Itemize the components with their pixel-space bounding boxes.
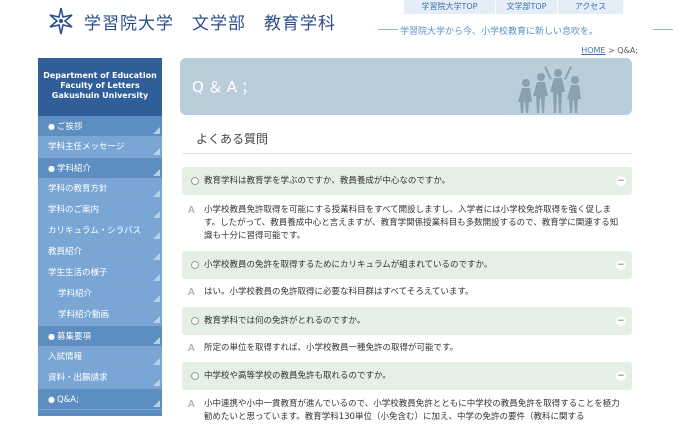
corner-arrow-icon xyxy=(153,337,160,344)
sidebar-item-label: 学科紹介 xyxy=(58,289,93,299)
collapse-icon[interactable]: − xyxy=(616,316,626,326)
breadcrumb-current: Q&A; xyxy=(617,46,638,55)
answer-text: 小中連携や小中一貫教育が進んでいるので、小学校教員免許とともに中学校の教員免許を… xyxy=(204,399,620,422)
tagline-rule-left xyxy=(378,29,398,30)
collapse-icon[interactable]: − xyxy=(616,176,626,186)
answer-mark: A xyxy=(188,205,195,216)
sidebar-item-label: 入試情報 xyxy=(48,352,83,362)
heading-divider xyxy=(182,153,632,154)
question-circle-icon xyxy=(191,261,199,269)
top-link-faculty[interactable]: 文学部TOP xyxy=(495,0,557,14)
faq-heading: よくある質問 xyxy=(196,132,269,146)
top-link-access[interactable]: アクセス xyxy=(557,0,623,14)
sidebar-item-label: Q&A; xyxy=(56,395,79,405)
sidebar-menu: ● ご挨拶 学科主任メッセージ ● 学科紹介 学科の教育方針 学科のご案内 カリキュラム・シラ… xyxy=(38,116,162,410)
faq-question-2[interactable]: 小学校教員の免許を取得するためにカリキュラムが組まれているのですか。 − xyxy=(182,251,632,279)
question-text: 教育学科では何の免許がとれるのですか。 xyxy=(204,316,366,326)
sidebar-nav: Department of Education Faculty of Lette… xyxy=(38,58,162,416)
sidebar-item[interactable]: ● Q&A; xyxy=(38,389,162,410)
corner-arrow-icon xyxy=(153,148,160,155)
answer-mark: A xyxy=(188,343,195,354)
tagline-rule-right xyxy=(653,29,673,30)
bullet-icon: ● xyxy=(48,332,55,341)
tagline: 学習院大学から今、小学校教育に新しい息吹を。 xyxy=(400,27,599,37)
dept-line-1: Department of Education xyxy=(43,71,157,80)
question-text: 小学校教員の免許を取得するためにカリキュラムが組まれているのですか。 xyxy=(204,260,493,270)
sidebar-item-label: 募集要項 xyxy=(56,332,91,342)
sidebar-item-label: 学科のご案内 xyxy=(48,205,100,215)
bullet-icon: ● xyxy=(48,395,55,404)
question-text: 教育学科は教育学を学ぶのですか、教員養成が中心なのですか。 xyxy=(204,176,451,186)
sidebar-item[interactable]: 学科紹介 xyxy=(38,284,162,305)
sidebar-item-label: 学科紹介 xyxy=(56,164,91,174)
dept-line-3: Gakushuin University xyxy=(51,91,149,100)
bullet-icon: ● xyxy=(48,164,55,173)
sidebar-item[interactable]: ● 学科紹介 xyxy=(38,158,162,179)
sidebar-item-label: 学科主任メッセージ xyxy=(48,142,125,152)
corner-arrow-icon xyxy=(153,274,160,281)
answer-text: はい。小学校教員の免許取得に必要な科目群はすべてそろえています。 xyxy=(204,287,474,297)
question-circle-icon xyxy=(191,317,199,325)
answer-mark: A xyxy=(188,287,195,298)
answer-text: 所定の単位を取得すれば、小学校教員一種免許の取得が可能です。 xyxy=(204,343,459,353)
sidebar-item[interactable]: ● ご挨拶 xyxy=(38,116,162,137)
question-text: 中学校や高等学校の教員免許も取れるのですか。 xyxy=(204,371,391,381)
sidebar-item[interactable]: カリキュラム・シラバス xyxy=(38,221,162,242)
sidebar-item[interactable]: 資料・出願請求 xyxy=(38,368,162,389)
answer-text: 小学校教員免許取得を可能にする授業科目をすべて開設しますし、入学者には小学校免許… xyxy=(204,205,619,241)
corner-arrow-icon xyxy=(153,190,160,197)
answer-mark: A xyxy=(188,399,195,410)
corner-arrow-icon xyxy=(153,400,160,407)
corner-arrow-icon xyxy=(153,232,160,239)
sidebar-item[interactable]: 学科紹介動画 xyxy=(38,305,162,326)
faq-question-1[interactable]: 教育学科は教育学を学ぶのですか、教員養成が中心なのですか。 − xyxy=(182,167,632,195)
faq-question-4[interactable]: 中学校や高等学校の教員免許も取れるのですか。 − xyxy=(182,362,632,390)
breadcrumb-home-link[interactable]: HOME xyxy=(581,46,605,55)
sidebar-item-label: 資料・出願請求 xyxy=(48,373,108,383)
faq-question-3[interactable]: 教育学科では何の免許がとれるのですか。 − xyxy=(182,307,632,335)
department-box[interactable]: Department of Education Faculty of Lette… xyxy=(38,58,162,116)
sidebar-item-label: 学科紹介動画 xyxy=(58,310,110,320)
breadcrumb: HOME > Q&A; xyxy=(581,46,638,55)
corner-arrow-icon xyxy=(153,211,160,218)
top-link-university[interactable]: 学習院大学TOP xyxy=(403,0,495,14)
dept-line-2: Faculty of Letters xyxy=(60,81,140,90)
top-links: 学習院大学TOP 文学部TOP アクセス xyxy=(403,0,623,14)
children-silhouette-icon xyxy=(518,66,581,113)
sidebar-item[interactable]: 学科主任メッセージ xyxy=(38,137,162,158)
question-circle-icon xyxy=(191,177,199,185)
site-title[interactable]: 学習院大学 文学部 教育学科 xyxy=(84,9,336,34)
site-header: 学習院大学 文学部 教育学科 学習院大学TOP 文学部TOP アクセス 学習院大… xyxy=(0,0,680,62)
sidebar-item-label: 教員紹介 xyxy=(48,247,83,257)
breadcrumb-separator: > xyxy=(605,46,618,55)
corner-arrow-icon xyxy=(153,169,160,176)
collapse-icon[interactable]: − xyxy=(616,260,626,270)
sidebar-item[interactable]: 学科の教育方針 xyxy=(38,179,162,200)
sidebar-item[interactable]: 学生生活の様子 xyxy=(38,263,162,284)
page-banner: Q＆A； xyxy=(180,58,632,115)
bullet-icon: ● xyxy=(48,122,55,131)
sidebar-item-label: 学科の教育方針 xyxy=(48,184,108,194)
corner-arrow-icon xyxy=(153,358,160,365)
sidebar-item-label: カリキュラム・シラバス xyxy=(48,226,142,236)
banner-title: Q＆A； xyxy=(192,78,261,96)
sidebar-item[interactable]: 教員紹介 xyxy=(38,242,162,263)
corner-arrow-icon xyxy=(153,127,160,134)
sidebar-item[interactable]: ● 募集要項 xyxy=(38,326,162,347)
sidebar-item[interactable]: 入試情報 xyxy=(38,347,162,368)
sidebar-item-label: 学生生活の様子 xyxy=(48,268,108,278)
corner-arrow-icon xyxy=(153,253,160,260)
collapse-icon[interactable]: − xyxy=(616,371,626,381)
corner-arrow-icon xyxy=(153,316,160,323)
corner-arrow-icon xyxy=(153,379,160,386)
corner-arrow-icon xyxy=(153,295,160,302)
sidebar-item[interactable]: 学科のご案内 xyxy=(38,200,162,221)
question-circle-icon xyxy=(191,372,199,380)
university-logo-icon[interactable] xyxy=(44,4,78,38)
sidebar-item-label: ご挨拶 xyxy=(56,122,83,132)
